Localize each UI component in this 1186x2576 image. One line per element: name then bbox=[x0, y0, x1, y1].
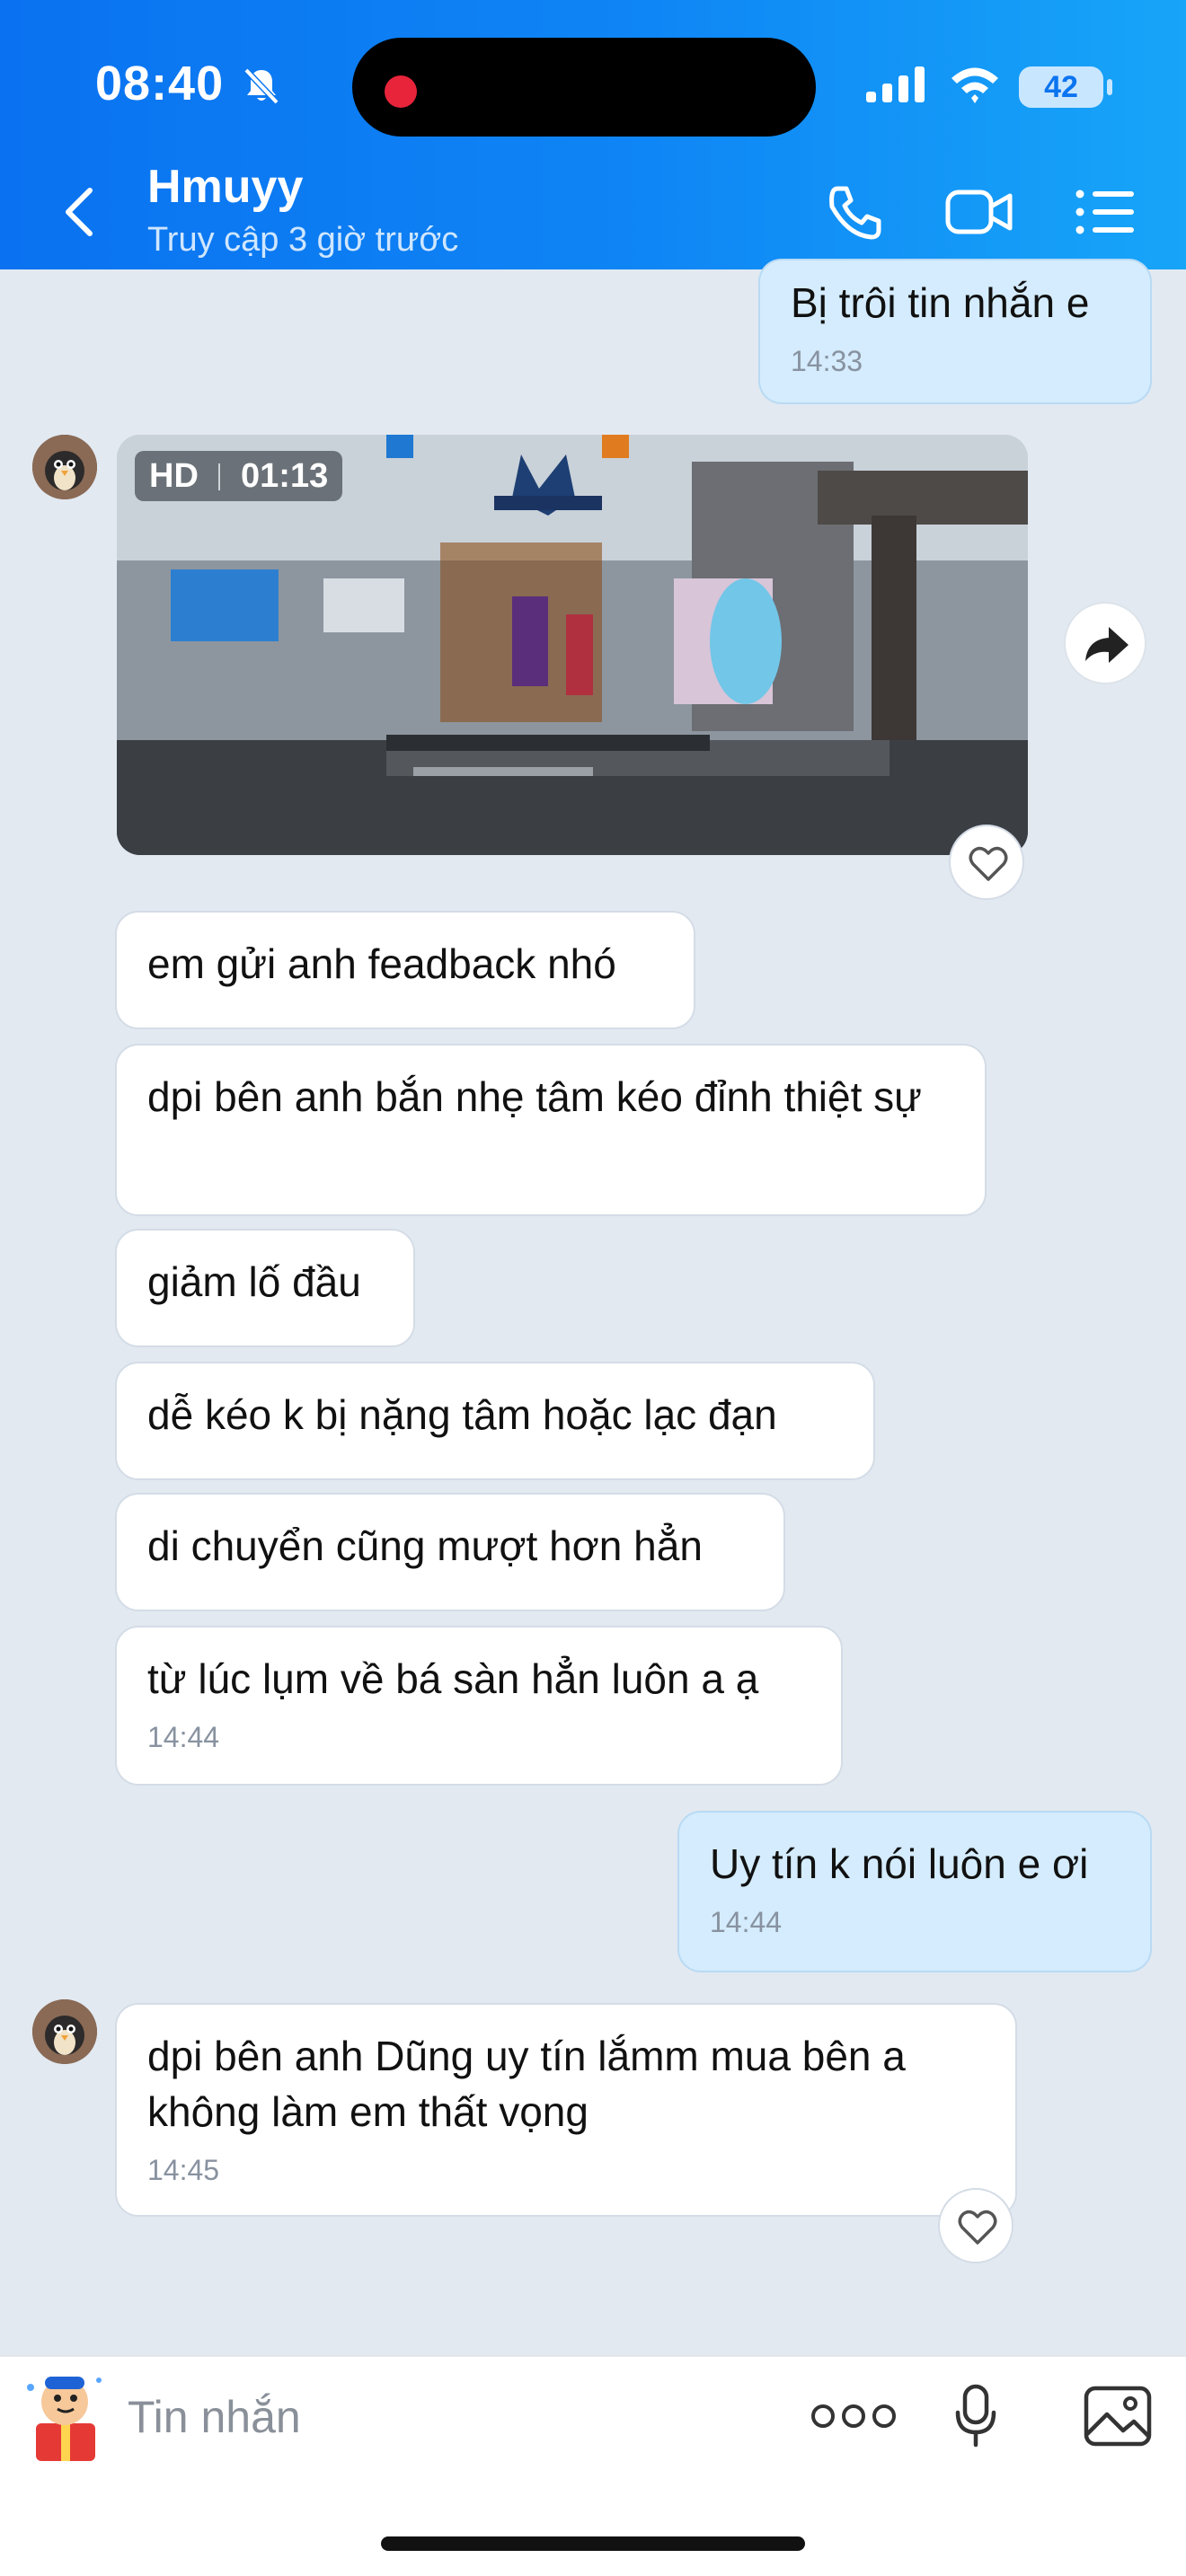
wifi-icon bbox=[951, 67, 998, 103]
message-text: từ lúc lụm về bá sàn hẳn luôn a ạ bbox=[147, 1655, 759, 1702]
video-duration: 01:13 bbox=[241, 457, 329, 495]
phone-icon[interactable] bbox=[825, 183, 884, 243]
message-time: 14:45 bbox=[147, 2154, 220, 2186]
message-time: 14:33 bbox=[791, 345, 863, 377]
avatar[interactable] bbox=[32, 1999, 97, 2064]
message-incoming[interactable]: dpi bên anh Dũng uy tín lắmm mua bên a k… bbox=[115, 2003, 1017, 2217]
list-menu-icon[interactable] bbox=[1075, 187, 1136, 237]
message-incoming[interactable]: em gửi anh feadback nhó bbox=[115, 911, 695, 1029]
chat-header: 08:40 42 Hmuyy Truy cập 3 giờ trước bbox=[0, 0, 1186, 269]
contact-last-seen: Truy cập 3 giờ trước bbox=[147, 221, 459, 259]
contact-name[interactable]: Hmuyy bbox=[147, 160, 303, 214]
message-time: 14:44 bbox=[710, 1906, 783, 1938]
message-outgoing[interactable]: Bị trôi tin nhắn e 14:33 bbox=[758, 259, 1152, 404]
message-text: Bị trôi tin nhắn e bbox=[791, 279, 1090, 326]
message-text: Uy tín k nói luôn e ơi bbox=[710, 1840, 1089, 1887]
message-incoming[interactable]: dễ kéo k bị nặng tâm hoặc lạc đạn bbox=[115, 1362, 875, 1480]
heart-icon bbox=[958, 2210, 997, 2245]
message-text: dpi bên anh bắn nhẹ tâm kéo đỉnh thiệt s… bbox=[147, 1073, 922, 1120]
share-icon bbox=[1085, 627, 1128, 663]
message-incoming[interactable]: di chuyển cũng mượt hơn hẳn bbox=[115, 1493, 785, 1611]
message-text: di chuyển cũng mượt hơn hẳn bbox=[147, 1522, 703, 1569]
message-input[interactable] bbox=[128, 2386, 757, 2448]
video-camera-icon[interactable] bbox=[945, 187, 1013, 237]
video-badge: HD 01:13 bbox=[135, 451, 343, 501]
message-text: dpi bên anh Dũng uy tín lắmm mua bên a k… bbox=[147, 2033, 906, 2135]
react-button[interactable] bbox=[949, 825, 1024, 900]
back-icon[interactable] bbox=[59, 185, 99, 239]
video-message[interactable]: HD 01:13 bbox=[117, 435, 1028, 855]
signal-icon bbox=[866, 66, 925, 102]
dynamic-island bbox=[352, 38, 816, 137]
message-incoming[interactable]: dpi bên anh bắn nhẹ tâm kéo đỉnh thiệt s… bbox=[115, 1044, 987, 1216]
recording-dot bbox=[385, 75, 417, 108]
heart-icon bbox=[969, 846, 1008, 881]
message-incoming[interactable]: từ lúc lụm về bá sàn hẳn luôn a ạ 14:44 bbox=[115, 1626, 843, 1786]
sticker-icon[interactable] bbox=[18, 2368, 111, 2465]
react-button[interactable] bbox=[938, 2188, 1013, 2263]
message-outgoing[interactable]: Uy tín k nói luôn e ơi 14:44 bbox=[677, 1811, 1152, 1972]
bell-off-icon bbox=[243, 67, 279, 105]
status-time: 08:40 bbox=[95, 57, 225, 110]
home-indicator bbox=[381, 2536, 805, 2551]
video-quality: HD bbox=[149, 457, 199, 495]
message-text: giảm lố đầu bbox=[147, 1258, 361, 1305]
image-icon[interactable] bbox=[1084, 2386, 1152, 2447]
message-text: em gửi anh feadback nhó bbox=[147, 940, 616, 987]
message-incoming[interactable]: giảm lố đầu bbox=[115, 1229, 415, 1347]
share-button[interactable] bbox=[1064, 602, 1146, 684]
battery-indicator: 42 bbox=[1019, 66, 1112, 108]
more-dots-icon[interactable] bbox=[809, 2396, 898, 2436]
microphone-icon[interactable] bbox=[954, 2384, 997, 2448]
message-text: dễ kéo k bị nặng tâm hoặc lạc đạn bbox=[147, 1391, 777, 1438]
avatar[interactable] bbox=[32, 435, 97, 499]
message-time: 14:44 bbox=[147, 1721, 220, 1753]
